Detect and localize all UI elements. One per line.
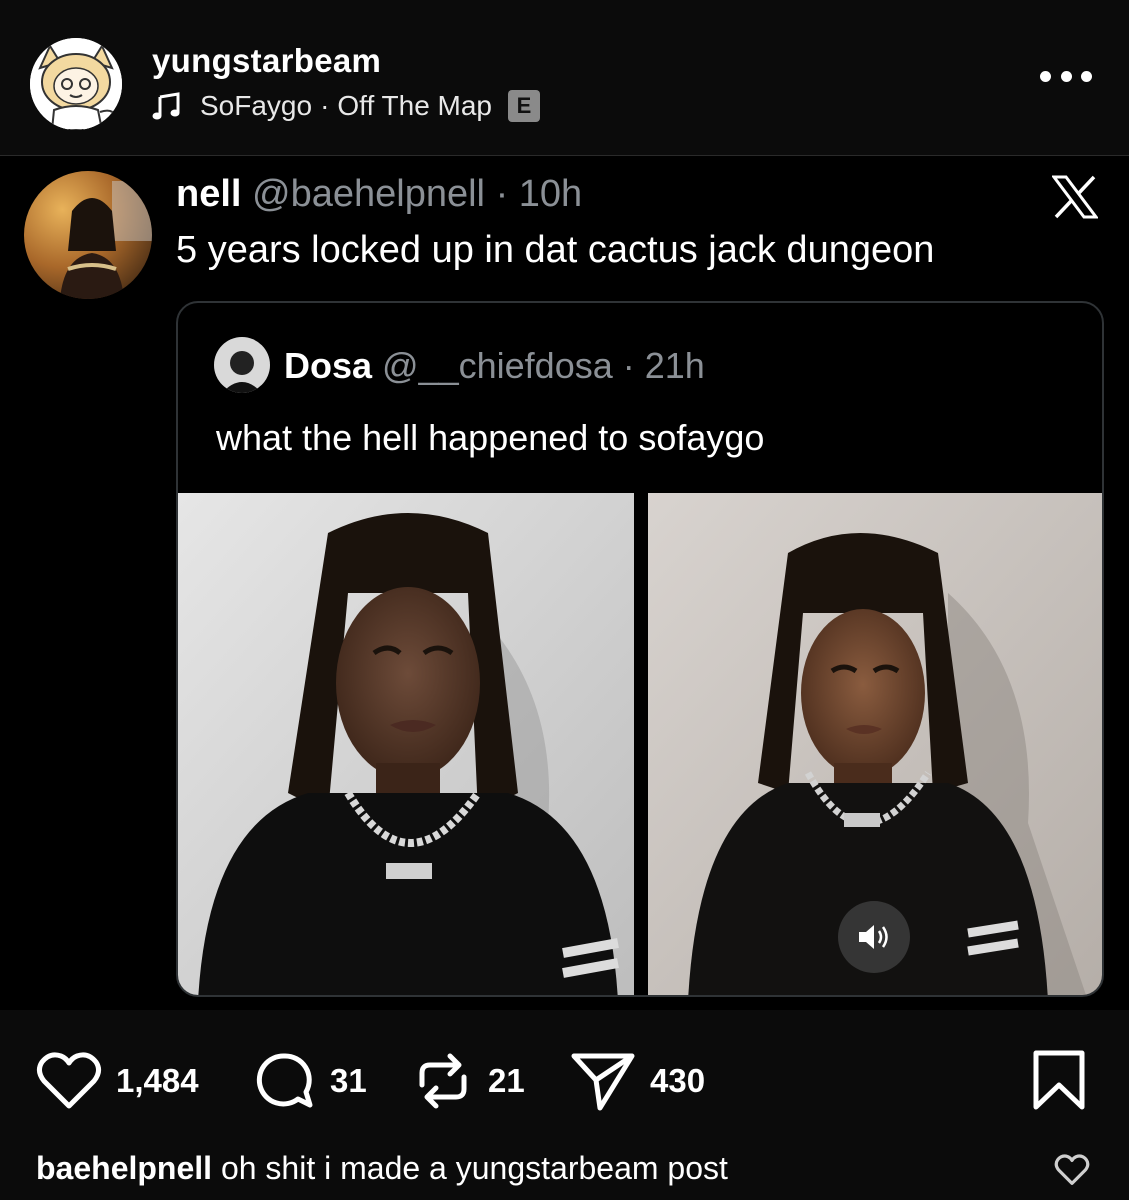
quote-avatar: [214, 337, 270, 393]
post-username[interactable]: yungstarbeam: [152, 42, 381, 80]
quote-text: what the hell happened to sofaygo: [216, 417, 765, 458]
music-separator: ·: [320, 90, 330, 121]
heart-icon: [1054, 1154, 1090, 1185]
comment-button[interactable]: 31: [254, 1050, 367, 1112]
tweet-avatar-photo: [24, 171, 152, 299]
comment-bubble-icon: [256, 1053, 313, 1108]
music-artist: SoFaygo: [200, 90, 313, 121]
music-info[interactable]: SoFaygo · Off The Map E: [152, 88, 541, 124]
repost-button[interactable]: 21: [412, 1050, 525, 1112]
x-logo-icon: [1052, 175, 1098, 219]
avatar[interactable]: [30, 38, 122, 130]
repost-count: 21: [488, 1062, 525, 1099]
speaker-icon: [859, 925, 888, 949]
repost-icon: [419, 1053, 467, 1109]
quote-handle[interactable]: @__chiefdosa: [382, 345, 613, 386]
send-icon: [571, 1053, 635, 1111]
tweet-text: 5 years locked up in dat cactus jack dun…: [176, 229, 935, 271]
post-caption: baehelpnell oh shit i made a yungstarbea…: [36, 1150, 728, 1187]
comment-count: 31: [330, 1062, 367, 1099]
tweet-handle[interactable]: @baehelpnell: [252, 173, 485, 215]
bookmark-icon: [1033, 1050, 1085, 1110]
music-note-icon: [152, 92, 180, 120]
tweet-author-row: nell @baehelpnell · 10h: [176, 173, 582, 216]
quoted-tweet[interactable]: Dosa @__chiefdosa · 21h what the hell ha…: [176, 301, 1104, 997]
quote-avatar-photo: [214, 337, 270, 393]
explicit-badge: E: [508, 90, 541, 122]
quote-author-row: Dosa @__chiefdosa · 21h: [284, 345, 705, 387]
quote-display-name[interactable]: Dosa: [284, 345, 372, 386]
tweet-avatar: [24, 171, 152, 299]
post-header: yungstarbeam SoFaygo · Off The Map E: [0, 0, 1129, 156]
portrait-photo-left: [178, 493, 634, 995]
cartoon-avatar-icon: [30, 38, 122, 130]
more-horizontal-icon-dot: [1040, 70, 1051, 82]
music-song: Off The Map: [337, 90, 493, 121]
more-horizontal-icon-dot: [1081, 70, 1092, 82]
quote-time: · 21h: [622, 345, 705, 386]
tweet-time: · 10h: [495, 173, 583, 215]
post-actions-bar: 1,484 31 21 430 baehelpnell oh shit i ma…: [0, 1010, 1129, 1200]
like-count: 1,484: [116, 1062, 199, 1099]
sound-toggle-button[interactable]: [838, 901, 910, 973]
like-button[interactable]: 1,484: [36, 1050, 199, 1112]
save-button[interactable]: [1032, 1050, 1086, 1115]
caption-like-button[interactable]: [1054, 1154, 1090, 1191]
more-options-button[interactable]: [1040, 64, 1092, 88]
photo-left[interactable]: [178, 493, 634, 995]
caption-username[interactable]: baehelpnell: [36, 1150, 212, 1186]
caption-text: oh shit i made a yungstarbeam post: [212, 1150, 728, 1186]
share-count: 430: [650, 1062, 706, 1099]
more-horizontal-icon-dot: [1060, 70, 1072, 82]
share-button[interactable]: 430: [570, 1050, 705, 1112]
heart-icon: [36, 1052, 102, 1109]
tweet-display-name[interactable]: nell: [176, 173, 241, 215]
tweet-screenshot: nell @baehelpnell · 10h 5 years locked u…: [0, 157, 1129, 1010]
